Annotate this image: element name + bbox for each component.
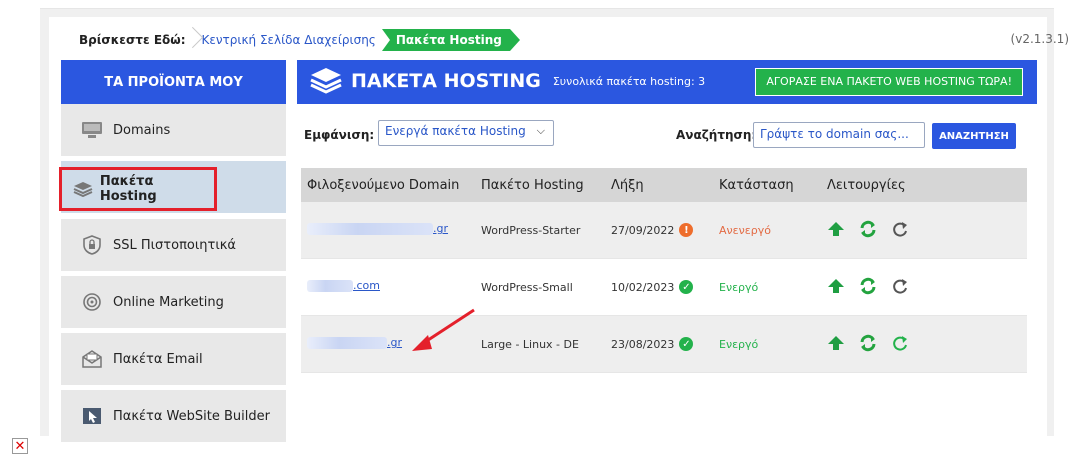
sidebar-item-label: Online Marketing bbox=[113, 294, 224, 310]
layers-icon bbox=[72, 178, 94, 200]
status-cell: Ανενεργό bbox=[719, 223, 771, 237]
sidebar-item-hosting-highlight[interactable]: Πακέτα Hosting bbox=[59, 167, 217, 211]
expiry-cell: 27/09/2022! bbox=[605, 223, 713, 237]
sidebar-item-builder[interactable]: Πακέτα WebSite Builder bbox=[61, 390, 286, 442]
renew-icon[interactable] bbox=[859, 277, 877, 298]
expiry-cell: 23/08/2023 ✓ bbox=[605, 337, 713, 351]
filter-bar: Εμφάνιση: Ενεργά πακέτα Hosting ⌵ Αναζήτ… bbox=[304, 120, 1034, 150]
column-header-expiry: Λήξη bbox=[611, 177, 644, 193]
breadcrumb: Βρίσκεστε Εδώ: Κεντρική Σελίδα Διαχείρισ… bbox=[61, 28, 1043, 52]
buy-hosting-button[interactable]: ΑΓΟΡΑΣΕ ΕΝΑ ΠΑΚΕΤΟ WEB HOSTING ΤΩΡΑ! bbox=[755, 68, 1023, 96]
show-filter-value: Ενεργά πακέτα Hosting bbox=[385, 124, 526, 138]
upgrade-icon[interactable] bbox=[827, 278, 845, 297]
cursor-icon bbox=[81, 405, 103, 427]
sidebar-item-label: Πακέτα WebSite Builder bbox=[113, 408, 270, 424]
monitor-icon bbox=[81, 119, 103, 141]
domain-link[interactable]: .com bbox=[307, 279, 380, 292]
domain-link[interactable]: .gr bbox=[307, 336, 402, 349]
chevron-down-icon: ⌵ bbox=[536, 124, 545, 137]
column-header-status: Κατάσταση bbox=[719, 177, 794, 193]
domain-suffix: .gr bbox=[387, 336, 403, 350]
expiry-cell: 10/02/2023 ✓ bbox=[605, 280, 713, 294]
layers-icon bbox=[309, 66, 343, 96]
envelope-icon bbox=[81, 348, 103, 370]
sidebar-item-label: Πακέτα Email bbox=[113, 351, 203, 367]
breadcrumb-separator bbox=[188, 28, 198, 52]
check-icon: ✓ bbox=[679, 337, 694, 351]
sidebar-item-ssl[interactable]: SSL Πιστοποιητικά bbox=[61, 219, 286, 271]
breadcrumb-label: Βρίσκεστε Εδώ: bbox=[79, 33, 186, 47]
redacted-domain bbox=[307, 222, 433, 235]
package-cell: WordPress-Starter bbox=[481, 223, 581, 237]
lock-shield-icon bbox=[81, 234, 103, 256]
annotation-arrow bbox=[412, 308, 475, 351]
breadcrumb-current: Πακέτα Hosting bbox=[381, 29, 520, 51]
domain-link[interactable]: .gr bbox=[307, 222, 448, 235]
search-button[interactable]: ΑΝΑΖΗΤΗΣΗ bbox=[932, 123, 1016, 149]
redacted-domain bbox=[307, 336, 387, 349]
sidebar-item-email[interactable]: Πακέτα Email bbox=[61, 333, 286, 385]
reload-icon[interactable] bbox=[891, 277, 909, 298]
sidebar-item-marketing[interactable]: Online Marketing bbox=[61, 276, 286, 328]
search-label: Αναζήτηση: bbox=[676, 128, 757, 142]
sidebar-item-label: Domains bbox=[113, 122, 171, 138]
renew-icon[interactable] bbox=[859, 334, 877, 355]
hosting-count: Συνολικά πακέτα hosting: 3 bbox=[552, 74, 706, 88]
sidebar-item-label: SSL Πιστοποιητικά bbox=[113, 237, 236, 253]
upgrade-icon[interactable] bbox=[827, 221, 845, 240]
status-cell: Ενεργό bbox=[719, 280, 759, 294]
renew-icon[interactable] bbox=[859, 220, 877, 241]
domain-suffix: .com bbox=[353, 279, 380, 293]
package-cell: Large - Linux - DE bbox=[481, 337, 579, 351]
sidebar-header: ΤΑ ΠΡΟΪΟΝΤΑ ΜΟΥ bbox=[61, 60, 286, 104]
expiry-date: 23/08/2023 bbox=[611, 337, 675, 351]
version-label: (v2.1.3.1) bbox=[1010, 32, 1069, 46]
check-icon: ✓ bbox=[679, 280, 694, 294]
breadcrumb-home-link[interactable]: Κεντρική Σελίδα Διαχείρισης bbox=[202, 33, 376, 47]
column-header-domain: Φιλοξενούμενο Domain bbox=[307, 177, 460, 193]
target-icon bbox=[81, 291, 103, 313]
upgrade-icon[interactable] bbox=[827, 335, 845, 354]
reload-icon[interactable] bbox=[891, 220, 909, 241]
sidebar-item-label: Πακέτα Hosting bbox=[99, 174, 157, 204]
actions-cell bbox=[821, 220, 1027, 241]
page-title: ΠΑΚΕΤΑ HOSTING bbox=[351, 70, 541, 92]
warning-icon: ! bbox=[679, 223, 694, 237]
expiry-date: 27/09/2022 bbox=[611, 223, 675, 237]
column-header-package: Πακέτο Hosting bbox=[481, 177, 584, 193]
show-filter-select[interactable]: Ενεργά πακέτα Hosting ⌵ bbox=[378, 120, 554, 146]
redacted-domain bbox=[307, 279, 353, 292]
actions-cell bbox=[821, 277, 1027, 298]
table-row: .gr WordPress-Starter 27/09/2022! Ανενερ… bbox=[301, 202, 1027, 259]
sidebar-item-domains[interactable]: Domains bbox=[61, 104, 286, 156]
hosting-header: ΠΑΚΕΤΑ HOSTING Συνολικά πακέτα hosting: … bbox=[297, 60, 1037, 104]
search-input[interactable]: Γράψτε το domain σας... bbox=[753, 122, 925, 148]
show-label: Εμφάνιση: bbox=[304, 128, 375, 142]
status-cell: Ενεργό bbox=[719, 337, 759, 351]
expiry-date: 10/02/2023 bbox=[611, 280, 675, 294]
package-cell: WordPress-Small bbox=[481, 280, 573, 294]
reload-icon[interactable] bbox=[891, 334, 909, 355]
column-header-actions: Λειτουργίες bbox=[827, 177, 906, 193]
domain-suffix: .gr bbox=[433, 222, 449, 236]
table-header-row: Φιλοξενούμενο Domain Πακέτο Hosting Λήξη… bbox=[301, 168, 1027, 202]
broken-image-icon: ✕ bbox=[12, 438, 28, 454]
actions-cell bbox=[821, 334, 1027, 355]
